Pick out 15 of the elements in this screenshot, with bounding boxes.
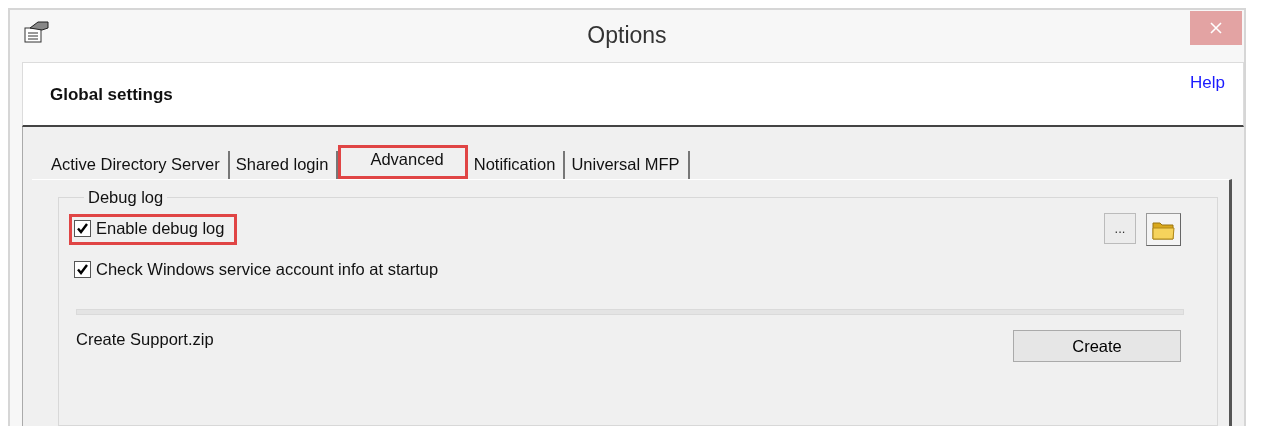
- checkbox[interactable]: [74, 261, 91, 278]
- settings-form-icon: [24, 20, 52, 44]
- tab[interactable]: Advanced: [338, 145, 468, 179]
- browse-button[interactable]: ...: [1104, 213, 1136, 244]
- group-title: Debug log: [87, 188, 165, 207]
- window-title: Options: [587, 22, 667, 49]
- support-label: Create Support.zip: [76, 330, 214, 349]
- close-icon: [1210, 22, 1222, 34]
- checkbox[interactable]: [74, 220, 91, 237]
- section-title: Global settings: [50, 85, 173, 105]
- checkbox-option[interactable]: Check Windows service account info at startup: [70, 256, 451, 285]
- create-button[interactable]: Create: [1013, 330, 1181, 362]
- open-folder-button[interactable]: [1146, 213, 1181, 246]
- help-link[interactable]: Help: [1190, 73, 1225, 93]
- checkbox-option[interactable]: Enable debug log: [70, 215, 237, 244]
